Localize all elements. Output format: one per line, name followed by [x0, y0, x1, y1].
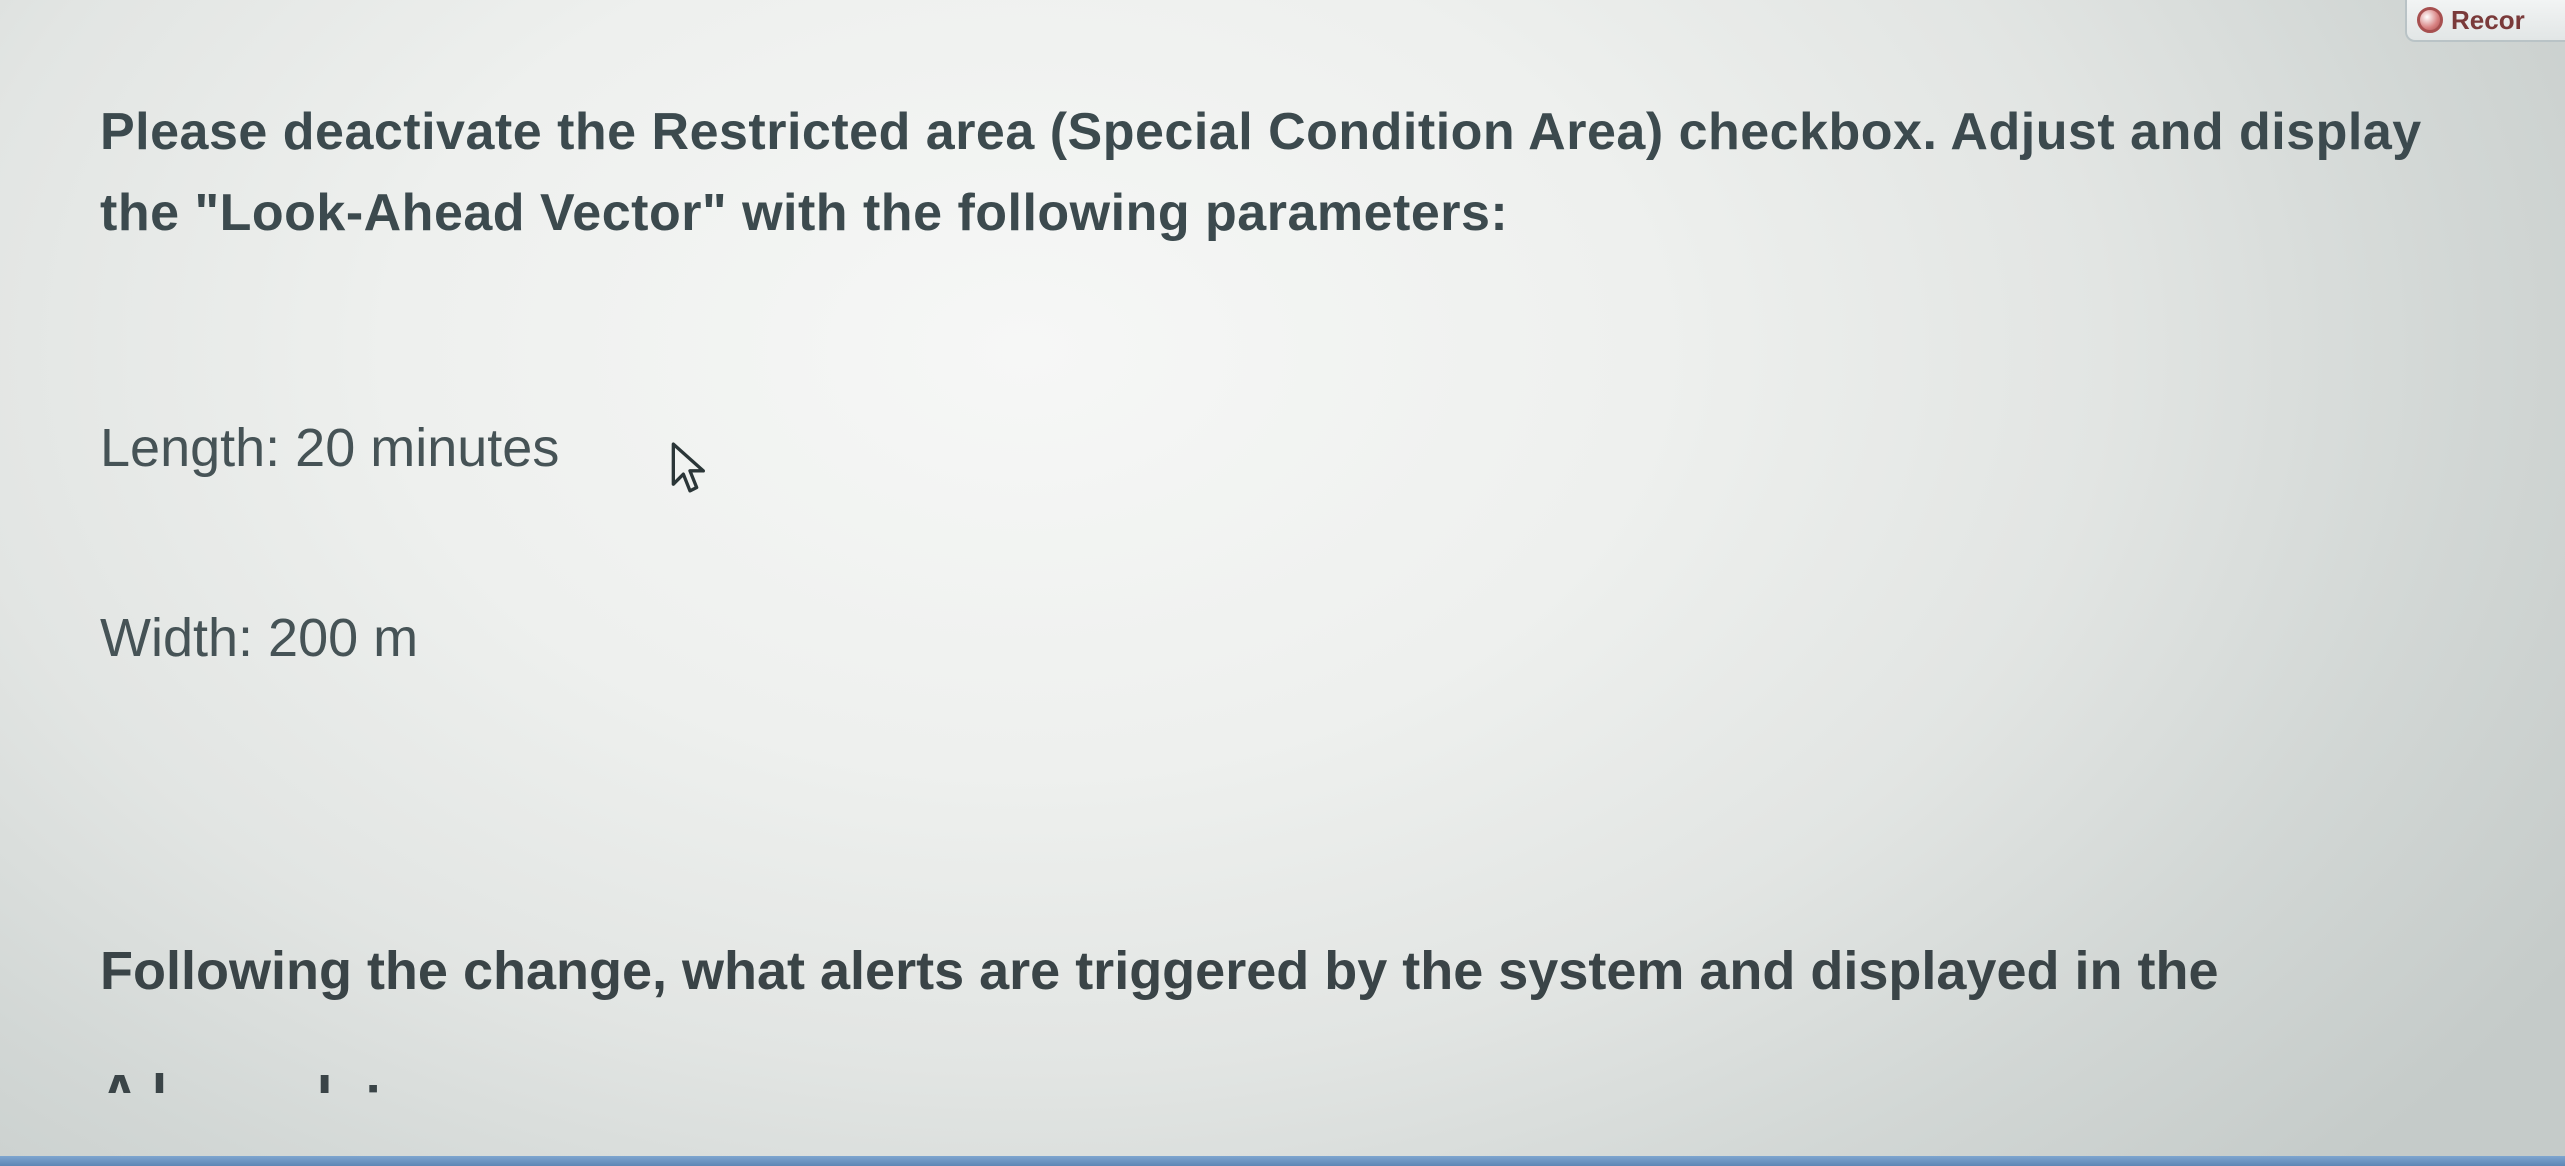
document-page: Recor Please deactivate the Restricted a…	[0, 0, 2565, 1166]
record-label: Recor	[2451, 5, 2525, 36]
followup-text: Following the change, what alerts are tr…	[100, 934, 2495, 1010]
param-width: Width: 200 m	[100, 603, 2495, 673]
record-icon	[2417, 7, 2443, 33]
window-bottom-bar	[0, 1156, 2565, 1166]
param-length: Length: 20 minutes	[100, 413, 2495, 483]
record-button-fragment[interactable]: Recor	[2405, 0, 2565, 42]
instruction-text: Please deactivate the Restricted area (S…	[100, 92, 2450, 253]
cutoff-next-line: A l _ _ _ L : _ _ _	[100, 1063, 2495, 1093]
